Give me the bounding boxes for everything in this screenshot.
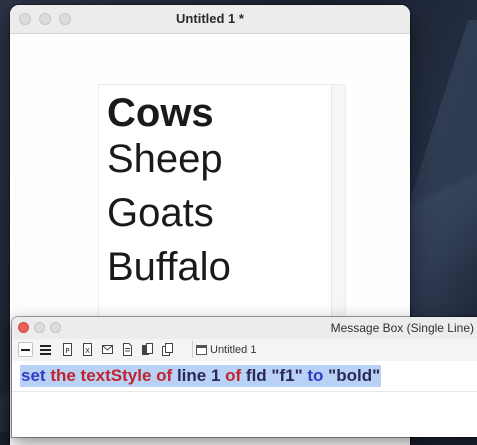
- window-icon: [196, 344, 207, 355]
- command-text[interactable]: set the textStyle of line 1 of fld "f1" …: [20, 365, 382, 387]
- global-variables-icon[interactable]: X: [80, 342, 95, 357]
- command-token: of: [156, 366, 173, 385]
- command-token: "bold": [323, 366, 381, 385]
- single-line-icon[interactable]: [18, 342, 33, 357]
- svg-text:X: X: [85, 347, 90, 355]
- global-properties-icon[interactable]: P: [60, 342, 75, 357]
- field-line-buffalo[interactable]: Buffalo: [107, 244, 231, 290]
- field-line-sheep[interactable]: Sheep: [107, 136, 223, 182]
- close-button[interactable]: [18, 322, 29, 333]
- svg-text:P: P: [65, 347, 69, 355]
- back-scripts-icon[interactable]: [140, 342, 155, 357]
- stack-selector[interactable]: Untitled 1: [192, 341, 260, 358]
- minimize-button[interactable]: [34, 322, 45, 333]
- stack-selector-label: Untitled 1: [210, 343, 257, 356]
- stack-title: Untitled 1 *: [176, 11, 244, 26]
- field-line-cows[interactable]: Cows: [107, 90, 214, 136]
- field-line-goats[interactable]: Goats: [107, 190, 214, 236]
- command-token: line: [176, 366, 207, 385]
- command-token: 1: [206, 366, 226, 385]
- message-box-title: Message Box (Single Line): [330, 321, 474, 335]
- message-history-icon[interactable]: [160, 342, 175, 357]
- command-token: the: [50, 366, 76, 385]
- command-token: fld: [245, 366, 267, 385]
- command-token: "f1": [266, 366, 308, 385]
- front-scripts-icon[interactable]: [120, 342, 135, 357]
- zoom-button[interactable]: [50, 322, 61, 333]
- message-box-window: Message Box (Single Line) P X Untitled 1: [12, 317, 477, 437]
- message-input[interactable]: set the textStyle of line 1 of fld "f1" …: [12, 361, 477, 392]
- message-box-titlebar[interactable]: Message Box (Single Line): [12, 317, 477, 340]
- stack-titlebar[interactable]: Untitled 1 *: [10, 5, 410, 34]
- command-token: to: [307, 366, 324, 385]
- command-token: textStyle: [80, 366, 152, 385]
- command-token: set: [21, 366, 46, 385]
- multi-line-icon[interactable]: [38, 342, 53, 357]
- pending-messages-icon[interactable]: [100, 342, 115, 357]
- message-box-toolbar: P X Untitled 1: [12, 339, 477, 362]
- command-token: of: [225, 366, 242, 385]
